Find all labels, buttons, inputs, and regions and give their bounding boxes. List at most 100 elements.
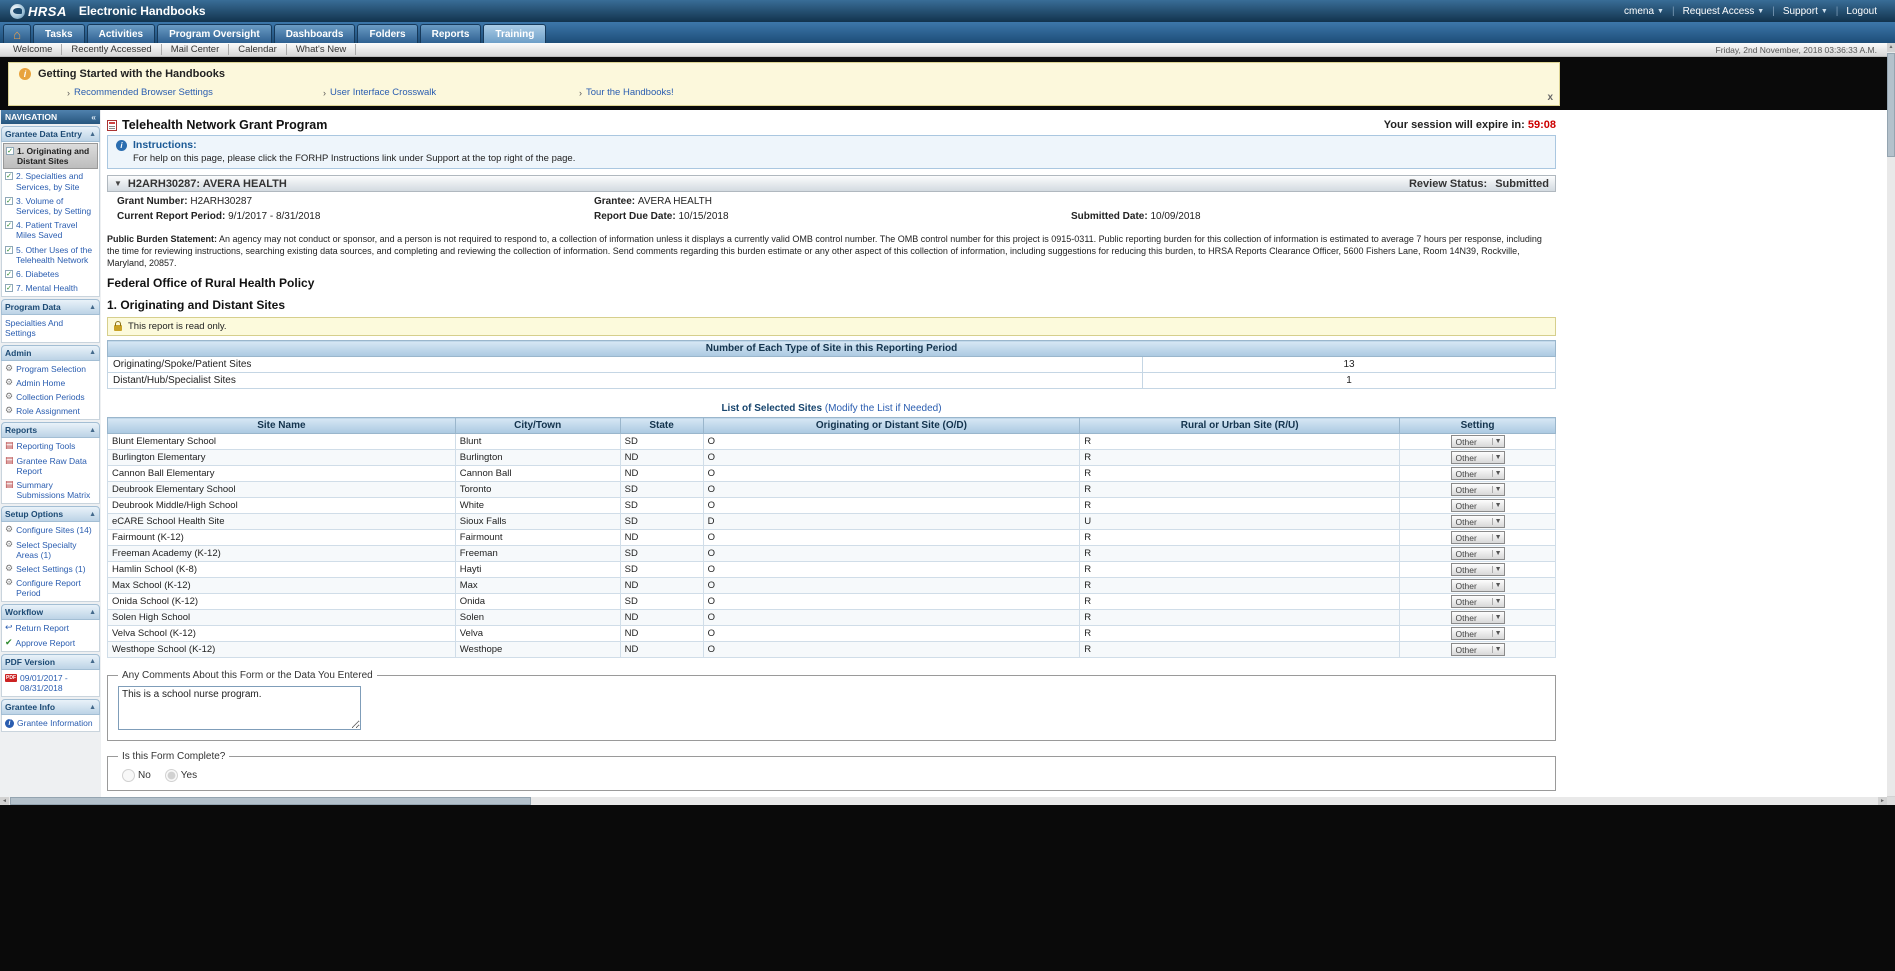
sidebar-item[interactable]: Specialties And Settings [3,316,98,340]
setting-dropdown[interactable]: Other▼ [1451,435,1505,448]
sidebar-section-header[interactable]: Admin▲ [1,345,100,361]
radio-yes[interactable] [165,769,178,782]
sidebar-item[interactable]: ⚙Select Specialty Areas (1) [3,538,98,562]
sidebar-item[interactable]: ▤Grantee Raw Data Report [3,454,98,478]
sidebar-item[interactable]: PDF09/01/2017 - 08/31/2018 [3,671,98,695]
sidebar-item[interactable]: ✔Approve Report [3,636,98,650]
support-menu[interactable]: Support▼ [1775,6,1836,17]
subnav-link[interactable]: Welcome [4,44,62,55]
sidebar-item[interactable]: ✓4. Patient Travel Miles Saved [3,218,98,242]
vertical-scrollbar[interactable]: ▲ ▼ [1887,43,1895,805]
radio-no[interactable] [122,769,135,782]
sidebar-section-header[interactable]: Reports▲ [1,422,100,438]
scroll-left-icon[interactable]: ◄ [0,797,9,805]
sidebar-item[interactable]: iGrantee Information [3,716,98,730]
sidebar-item[interactable]: ✓6. Diabetes [3,267,98,281]
sidebar-section-header[interactable]: Program Data▲ [1,299,100,315]
tab-reports[interactable]: Reports [420,24,482,43]
setting-dropdown[interactable]: Other▼ [1451,563,1505,576]
sidebar-item[interactable]: ⚙Collection Periods [3,390,98,404]
sidebar-item-label: Admin Home [16,378,65,388]
tab-dashboards[interactable]: Dashboards [274,24,356,43]
table-row: Fairmount (K-12)FairmountNDOROther▼ [108,530,1556,546]
sidebar-item[interactable]: ▤Summary Submissions Matrix [3,478,98,502]
setting-dropdown[interactable]: Other▼ [1451,515,1505,528]
setting-dropdown-value: Other [1456,613,1477,623]
setting-dropdown-value: Other [1456,453,1477,463]
setting-dropdown[interactable]: Other▼ [1451,547,1505,560]
radio-option-yes[interactable]: Yes [165,769,197,782]
user-menu[interactable]: cmena▼ [1616,6,1672,17]
tab-program-oversight[interactable]: Program Oversight [157,24,272,43]
home-tab[interactable]: ⌂ [3,24,31,43]
sidebar-item[interactable]: ⚙Program Selection [3,362,98,376]
setting-dropdown[interactable]: Other▼ [1451,627,1505,640]
radio-option-no[interactable]: No [122,769,151,782]
subnav-link[interactable]: Recently Accessed [62,44,161,55]
logout-link[interactable]: Logout [1838,6,1885,17]
setting-dropdown[interactable]: Other▼ [1451,499,1505,512]
banner-link[interactable]: Tour the Handbooks! [586,87,674,98]
setting-dropdown[interactable]: Other▼ [1451,643,1505,656]
grant-section-header[interactable]: ▼ H2ARH30287: AVERA HEALTH Review Status… [107,175,1556,192]
rural-urban-cell: R [1080,562,1400,578]
setting-dropdown-value: Other [1456,437,1477,447]
grant-field-label: Report Due Date: [594,211,678,222]
sidebar-item[interactable]: ✓3. Volume of Services, by Setting [3,194,98,218]
sidebar-section-header[interactable]: Grantee Info▲ [1,699,100,715]
site-counts-table: Number of Each Type of Site in this Repo… [107,340,1556,389]
scroll-right-icon[interactable]: ► [1878,797,1887,805]
sidebar-item[interactable]: ⚙Admin Home [3,376,98,390]
horizontal-scrollbar-thumb[interactable] [10,797,531,805]
tab-activities[interactable]: Activities [87,24,155,43]
setting-dropdown[interactable]: Other▼ [1451,467,1505,480]
sidebar-section-header[interactable]: Workflow▲ [1,604,100,620]
originating-distant-cell: O [703,610,1080,626]
sidebar-item[interactable]: ✓2. Specialties and Services, by Site [3,169,98,193]
sidebar-section-header[interactable]: Setup Options▲ [1,506,100,522]
subnav-link[interactable]: What's New [287,44,356,55]
setting-dropdown[interactable]: Other▼ [1451,483,1505,496]
tab-folders[interactable]: Folders [357,24,417,43]
subnav-link[interactable]: Calendar [229,44,287,55]
sidebar-item[interactable]: ✓1. Originating and Distant Sites [3,143,98,169]
close-icon[interactable]: x [1547,92,1553,103]
setting-dropdown[interactable]: Other▼ [1451,579,1505,592]
tab-training[interactable]: Training [483,24,546,43]
table-row: Burlington ElementaryBurlingtonNDOROther… [108,450,1556,466]
banner-link[interactable]: User Interface Crosswalk [330,87,436,98]
sidebar-item[interactable]: ▤Reporting Tools [3,439,98,453]
request-access-menu[interactable]: Request Access▼ [1675,6,1773,17]
chevron-down-icon: ▼ [1492,630,1502,637]
modify-list-link[interactable]: (Modify the List if Needed) [825,403,942,414]
banner-link[interactable]: Recommended Browser Settings [74,87,213,98]
subnav-link[interactable]: Mail Center [162,44,230,55]
setting-cell: Other▼ [1400,482,1556,498]
sidebar-item-label: Grantee Raw Data Report [17,456,96,476]
comments-textarea[interactable]: This is a school nurse program. [118,686,361,730]
sidebar-section-header[interactable]: PDF Version▲ [1,654,100,670]
tab-tasks[interactable]: Tasks [33,24,85,43]
sidebar-item[interactable]: ↩Return Report [3,621,98,635]
state-cell: SD [620,434,703,450]
sidebar-item[interactable]: ⚙Configure Sites (14) [3,523,98,537]
setting-dropdown[interactable]: Other▼ [1451,531,1505,544]
getting-started-banner: i Getting Started with the Handbooks ›Re… [8,62,1560,106]
sidebar-item[interactable]: ⚙Select Settings (1) [3,562,98,576]
setting-dropdown[interactable]: Other▼ [1451,451,1505,464]
city-cell: Toronto [455,482,620,498]
vertical-scrollbar-thumb[interactable] [1887,53,1895,157]
sidebar-item-label: 3. Volume of Services, by Setting [16,196,96,216]
setting-dropdown[interactable]: Other▼ [1451,595,1505,608]
sidebar-section: Grantee Data Entry▲✓1. Originating and D… [1,126,100,297]
sidebar-item[interactable]: ✓7. Mental Health [3,281,98,295]
collapse-sidebar-icon[interactable]: « [91,112,96,122]
sidebar-item[interactable]: ⚙Role Assignment [3,404,98,418]
sidebar-item[interactable]: ⚙Configure Report Period [3,576,98,600]
setting-dropdown[interactable]: Other▼ [1451,611,1505,624]
sidebar-item[interactable]: ✓5. Other Uses of the Telehealth Network [3,243,98,267]
sidebar-section-header[interactable]: Grantee Data Entry▲ [1,126,100,142]
scroll-up-icon[interactable]: ▲ [1887,43,1895,52]
horizontal-scrollbar[interactable]: ◄ ► [0,797,1887,805]
report-icon: ▤ [5,480,14,489]
